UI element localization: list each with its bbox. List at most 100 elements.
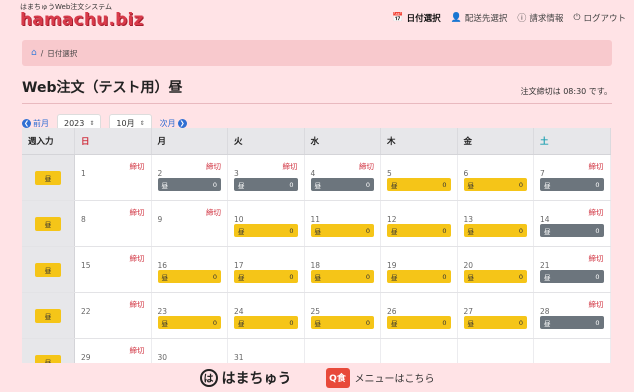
chevron-left-icon: ❮ xyxy=(22,118,31,128)
day-cell: 27 昼 0 xyxy=(457,293,534,338)
order-button[interactable]: 昼0 xyxy=(540,316,604,329)
order-button[interactable]: 昼0 xyxy=(157,316,221,329)
order-qty: 0 xyxy=(212,272,217,281)
calendar-week-row: 昼 1 締切 2 締切昼 0 3 締切昼 0 4 締切昼 0 5 昼 0 6 昼 0 7 締切昼 0 xyxy=(22,155,611,201)
day-number: 9 xyxy=(157,215,163,224)
title-row: Web注文（テスト用）昼 注文締切は 08:30 です。 xyxy=(22,77,612,104)
order-button[interactable]: 昼0 xyxy=(540,270,604,283)
deadline-label: 締切 xyxy=(129,300,145,309)
day-cell: 18 昼 0 xyxy=(304,247,381,292)
prev-month-label: 前月 xyxy=(33,118,49,128)
deadline-label: 締切 xyxy=(588,162,604,171)
order-button[interactable]: 昼0 xyxy=(387,178,451,191)
day-cell: 6昼0 xyxy=(457,155,534,200)
meal-label: 昼 xyxy=(467,273,475,282)
day-cell: 3 締切昼 0 xyxy=(228,155,305,200)
breadcrumb: ⌂ / 日付選択 xyxy=(22,40,612,66)
order-button[interactable]: 昼0 xyxy=(463,316,527,329)
next-month-link[interactable]: 次月 ❯ xyxy=(160,118,187,129)
nav-item-0[interactable]: 📅 日付選択 xyxy=(392,11,440,24)
order-button[interactable]: 昼0 xyxy=(463,178,527,191)
day-number: 6 xyxy=(463,169,469,178)
order-button[interactable]: 昼0 xyxy=(157,270,221,283)
day-number: 14 xyxy=(540,215,550,224)
day-number: 26 xyxy=(387,307,397,316)
order-button[interactable]: 昼0 xyxy=(310,224,374,237)
weekday-header: 木 xyxy=(381,128,458,154)
day-cell: 14 締切昼 0 xyxy=(534,201,611,246)
day-number: 11 xyxy=(310,215,321,224)
day-number: 21 xyxy=(540,261,550,270)
day-number: 23 xyxy=(157,307,168,316)
nav-item-label: ログアウト xyxy=(583,13,626,24)
order-button[interactable]: 昼0 xyxy=(234,316,298,329)
calendar-icon: 📅 xyxy=(392,12,404,23)
order-button[interactable]: 昼0 xyxy=(234,224,298,237)
day-cell: 5昼0 xyxy=(381,155,458,200)
weekday-header: 水 xyxy=(305,128,381,154)
order-button[interactable]: 昼0 xyxy=(310,316,374,329)
day-cell: 7 締切昼 0 xyxy=(534,155,611,200)
logo-text[interactable]: hamachu.biz xyxy=(20,10,144,30)
order-button[interactable]: 昼0 xyxy=(387,224,451,237)
deadline-label: 締切 xyxy=(282,162,298,171)
meal-label: 昼 xyxy=(544,273,551,282)
weekday-header: 火 xyxy=(228,128,305,154)
day-cell: 24 昼 0 xyxy=(228,293,305,338)
nav-item-label: 日付選択 xyxy=(406,13,441,24)
order-button[interactable]: 昼0 xyxy=(387,316,451,329)
meal-label: 昼 xyxy=(238,273,245,282)
nav-item-1[interactable]: 👤 配送先選択 xyxy=(451,11,508,24)
week-input-cell: 昼 xyxy=(22,247,75,292)
calendar-week-row: 昼 22 締切 23 昼 0 24 昼 0 25 昼 0 26 昼 0 27 昼 0 28 締切昼 0 xyxy=(22,293,611,339)
meal-label: 昼 xyxy=(238,319,245,328)
day-cell: 13 昼 0 xyxy=(457,201,534,246)
day-cell: 19 昼 0 xyxy=(381,247,458,292)
brand-mark-icon: は xyxy=(199,368,218,387)
calendar-week-row: 昼 8 締切 9 締切 10 昼 0 11 昼 0 12 昼 0 13 昼 0 14 締切昼 0 xyxy=(22,201,611,247)
day-number: 30 xyxy=(157,353,168,362)
top-bar: はまちゅうWeb注文システム hamachu.biz 📅 日付選択 👤 配送先選択 ⓘ 請… xyxy=(0,0,634,30)
week-input-button[interactable]: 昼 xyxy=(35,170,61,185)
meal-label: 昼 xyxy=(391,181,398,190)
logo[interactable]: はまちゅうWeb注文システム hamachu.biz xyxy=(20,4,144,29)
footer-brand[interactable]: は はまちゅう xyxy=(199,368,292,388)
order-button[interactable]: 昼0 xyxy=(540,178,604,191)
order-qty: 0 xyxy=(595,318,600,327)
day-number: 19 xyxy=(387,261,397,270)
meal-label: 昼 xyxy=(314,273,322,282)
day-cell: 26 昼 0 xyxy=(381,293,458,338)
deadline-label: 締切 xyxy=(129,254,145,263)
week-input-button[interactable]: 昼 xyxy=(35,262,61,277)
meal-label: 昼 xyxy=(391,227,398,236)
order-button[interactable]: 昼0 xyxy=(387,270,451,283)
day-number: 24 xyxy=(234,307,244,316)
order-button[interactable]: 昼0 xyxy=(234,178,298,191)
order-qty: 0 xyxy=(595,180,600,189)
deadline-label: 締切 xyxy=(588,300,604,309)
order-button[interactable]: 昼0 xyxy=(310,270,374,283)
menu-link[interactable]: Q食 メニューはこちら xyxy=(325,367,435,388)
order-button[interactable]: 昼0 xyxy=(157,178,221,191)
day-number: 31 xyxy=(234,353,244,362)
order-button[interactable]: 昼0 xyxy=(540,224,604,237)
day-cell: 15 締切 xyxy=(75,247,152,292)
nav-item-2[interactable]: ⓘ 請求情報 xyxy=(517,11,564,25)
day-cell: 2 締切昼 0 xyxy=(151,155,228,200)
prev-month-link[interactable]: ❮ 前月 xyxy=(22,118,49,129)
day-number: 13 xyxy=(463,215,474,224)
week-input-button[interactable]: 昼 xyxy=(35,308,61,323)
week-input-button[interactable]: 昼 xyxy=(35,216,61,231)
nav-item-3[interactable]: ⏻ ログアウト xyxy=(573,11,626,24)
day-number: 20 xyxy=(463,261,474,270)
order-button[interactable]: 昼0 xyxy=(463,224,527,237)
order-qty: 0 xyxy=(518,180,523,189)
order-button[interactable]: 昼0 xyxy=(463,270,527,283)
home-icon[interactable]: ⌂ xyxy=(31,48,37,58)
order-button[interactable]: 昼0 xyxy=(310,178,374,191)
order-button[interactable]: 昼0 xyxy=(234,270,298,283)
page-title: Web注文（テスト用）昼 xyxy=(22,80,183,96)
meal-label: 昼 xyxy=(391,273,398,282)
nav-item-label: 請求情報 xyxy=(529,13,564,24)
day-cell: 25 昼 0 xyxy=(304,293,381,338)
